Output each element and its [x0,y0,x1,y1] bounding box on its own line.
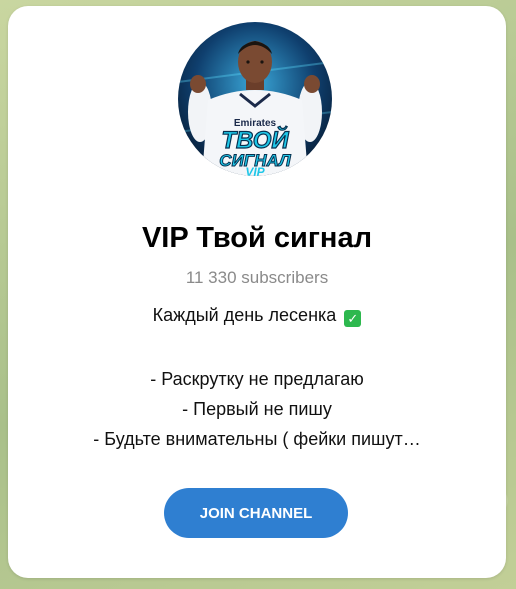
channel-name: VIP Твой сигнал [141,222,373,254]
description-line-1: Каждый день лесенка ✓ [8,305,506,327]
subscriber-count: 11 330 subscribers [185,268,329,287]
check-mark-button-icon: ✓ [344,310,362,327]
description-line-3: - Первый не пишу [182,399,332,419]
avatar-title-line1: ТВОЙ [221,125,289,154]
join-channel-button[interactable]: JOIN CHANNEL [164,488,348,538]
channel-preview-card: Emirates ТВОЙ СИГНАЛ VIP VIP Твой сигнал… [8,6,506,578]
channel-avatar: Emirates ТВОЙ СИГНАЛ VIP [178,22,332,176]
description-line-1-text: Каждый день лесенка [152,305,337,325]
description-line-2: - Раскрутку не предлагаю [150,369,364,389]
avatar-title-line3: VIP [245,165,265,176]
description-line-4: - Будьте внимательны ( фейки пишут… [93,429,421,449]
